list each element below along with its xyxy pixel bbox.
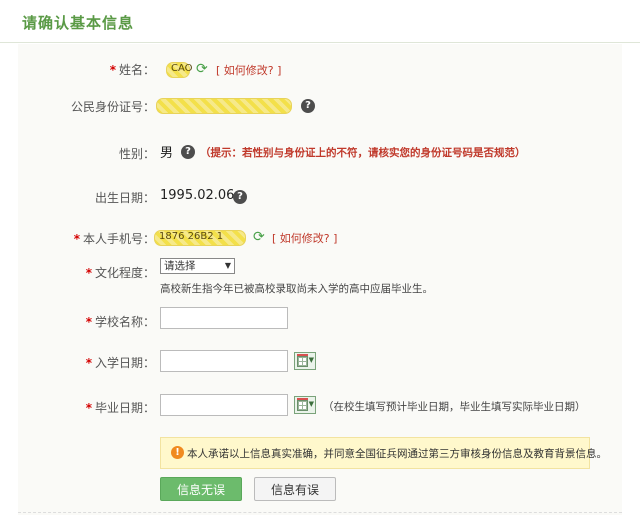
help-icon[interactable]: ?: [301, 99, 315, 113]
refresh-icon[interactable]: ⟳: [196, 62, 210, 76]
confirm-info-button[interactable]: 信息无误: [160, 477, 242, 501]
id-number-label: 公民身份证号：: [70, 100, 155, 114]
birth-date-value: 1995.02.06: [160, 188, 235, 203]
education-note: 高校新生指今年已被高校录取尚未入学的高中应届毕业生。: [160, 283, 433, 295]
name-edit-link[interactable]: [ 如何修改? ]: [216, 62, 281, 78]
page-header: 请确认基本信息: [0, 0, 640, 43]
name-masked-value: CAO: [166, 62, 193, 78]
calendar-icon[interactable]: ▼: [294, 352, 316, 370]
education-label: * 文化程度：: [85, 266, 155, 280]
education-selected-value: 请选择: [164, 260, 196, 272]
divider: [18, 512, 622, 513]
help-icon[interactable]: ?: [233, 190, 247, 204]
enroll-date-input[interactable]: [160, 350, 288, 372]
school-label: * 学校名称：: [85, 315, 155, 329]
consent-notice: ! 本人承诺以上信息真实准确，并同意全国征兵网通过第三方审核身份信息及教育背景信…: [160, 437, 607, 469]
gender-tip: （提示：若性别与身份证上的不符，请核实您的身份证号码是否规范）: [200, 147, 526, 159]
name-label: * 姓名：: [109, 63, 155, 77]
form-panel: * 姓名： CAO ⟳ [ 如何修改? ] 公民身份证号： ? 性别： 男 ? （…: [18, 44, 622, 515]
school-label-row: * 学校名称：: [18, 308, 155, 334]
consent-notice-text: 本人承诺以上信息真实准确，并同意全国征兵网通过第三方审核身份信息及教育背景信息。: [187, 448, 607, 460]
calendar-icon[interactable]: ▼: [294, 396, 316, 414]
graduation-date-label: * 毕业日期：: [85, 401, 155, 415]
birth-date-label-row: 出生日期：: [18, 184, 155, 210]
enroll-date-label: * 入学日期：: [85, 356, 155, 370]
help-icon[interactable]: ?: [181, 145, 195, 159]
education-label-row: * 文化程度：: [18, 259, 155, 285]
refresh-icon[interactable]: ⟳: [253, 230, 267, 244]
chevron-down-icon: ▼: [224, 261, 231, 270]
birth-date-label: 出生日期：: [94, 191, 155, 205]
gender-label-row: 性别：: [18, 140, 155, 166]
id-number-masked-value: [156, 98, 292, 114]
graduation-date-label-row: * 毕业日期：: [18, 394, 155, 420]
education-select[interactable]: 请选择 ▼: [160, 258, 235, 274]
school-input[interactable]: [160, 307, 288, 329]
phone-masked-value: 1876 26B2 1: [154, 230, 246, 246]
graduation-date-hint: （在校生填写预计毕业日期，毕业生填写实际毕业日期）: [323, 401, 586, 413]
enroll-date-label-row: * 入学日期：: [18, 349, 155, 375]
name-label-row: * 姓名：: [18, 56, 155, 82]
phone-edit-link[interactable]: [ 如何修改? ]: [272, 230, 337, 246]
page-title: 请确认基本信息: [22, 14, 135, 32]
graduation-date-input[interactable]: [160, 394, 288, 416]
phone-label: * 本人手机号：: [73, 232, 155, 246]
warning-icon: !: [171, 446, 184, 459]
id-number-label-row: 公民身份证号：: [18, 93, 155, 119]
report-error-button[interactable]: 信息有误: [254, 477, 336, 501]
phone-label-row: * 本人手机号：: [18, 225, 155, 251]
gender-value: 男: [160, 146, 174, 161]
gender-label: 性别：: [118, 147, 155, 161]
